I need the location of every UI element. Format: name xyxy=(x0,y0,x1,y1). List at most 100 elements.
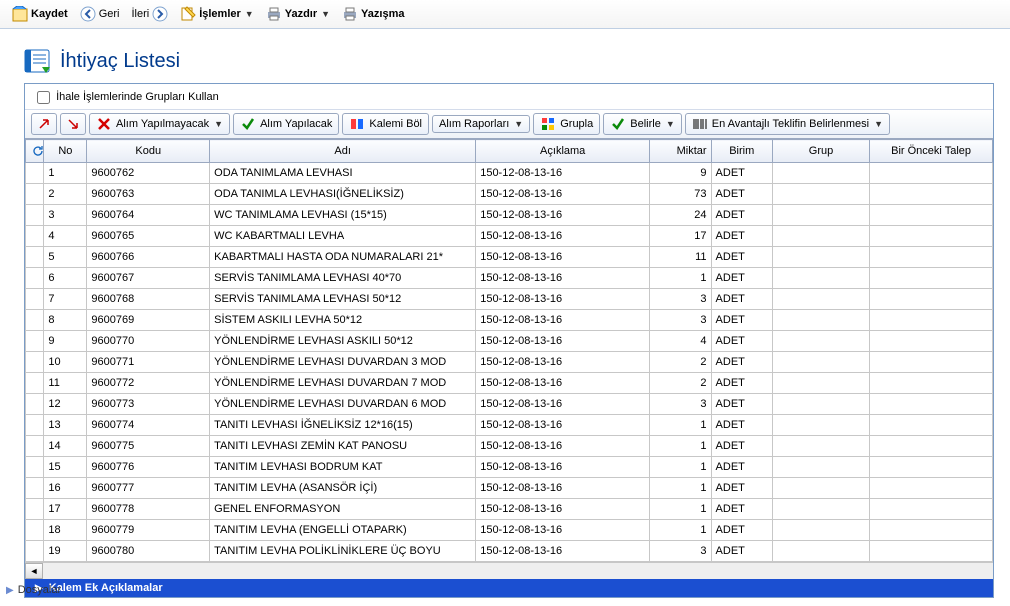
table-row[interactable]: 69600767SERVİS TANIMLAMA LEVHASI 40*7015… xyxy=(26,268,993,289)
ihale-gruplari-checkbox[interactable]: İhale İşlemlerinde Grupları Kullan xyxy=(33,91,219,103)
cell-no: 10 xyxy=(44,352,87,373)
islemler-button[interactable]: İşlemler ▼ xyxy=(176,4,258,24)
cell-no: 4 xyxy=(44,226,87,247)
col-acik[interactable]: Açıklama xyxy=(476,140,650,163)
table-row[interactable]: 179600778GENEL ENFORMASYON150-12-08-13-1… xyxy=(26,499,993,520)
cell-birim: ADET xyxy=(711,436,772,457)
grupla-button[interactable]: Grupla xyxy=(533,113,600,135)
cell-kodu: 9600762 xyxy=(87,163,210,184)
cell-adi: KABARTMALI HASTA ODA NUMARALARI 21* xyxy=(210,247,476,268)
cell-grup xyxy=(772,247,869,268)
cell-kodu: 9600780 xyxy=(87,541,210,562)
save-icon xyxy=(12,6,28,22)
dosyalar-toggle[interactable]: ▶ Dosyalar xyxy=(6,584,61,596)
table-row[interactable]: 19600762ODA TANIMLAMA LEVHASI150-12-08-1… xyxy=(26,163,993,184)
indicator-header[interactable] xyxy=(26,140,44,163)
cell-onceki xyxy=(870,457,993,478)
data-grid[interactable]: No Kodu Adı Açıklama Miktar Birim Grup B… xyxy=(25,139,993,562)
scroll-left-button[interactable]: ◄ xyxy=(25,563,43,579)
table-row[interactable]: 99600770YÖNLENDİRME LEVHASI ASKILI 50*12… xyxy=(26,331,993,352)
table-row[interactable]: 39600764WC TANIMLAMA LEVHASI (15*15)150-… xyxy=(26,205,993,226)
col-kodu[interactable]: Kodu xyxy=(87,140,210,163)
col-grup[interactable]: Grup xyxy=(772,140,869,163)
yazisma-label: Yazışma xyxy=(361,8,404,20)
table-row[interactable]: 189600779TANITIM LEVHA (ENGELLİ OTAPARK)… xyxy=(26,520,993,541)
row-indicator xyxy=(26,415,44,436)
table-row[interactable]: 169600777TANITIM LEVHA (ASANSÖR İÇİ)150-… xyxy=(26,478,993,499)
cell-aciklama: 150-12-08-13-16 xyxy=(476,415,650,436)
alim-raporlari-button[interactable]: Alım Raporları ▼ xyxy=(432,115,530,133)
table-row[interactable]: 139600774TANITI LEVHASI İĞNELİKSİZ 12*16… xyxy=(26,415,993,436)
table-row[interactable]: 159600776TANITIM LEVHASI BODRUM KAT150-1… xyxy=(26,457,993,478)
yazisma-button[interactable]: Yazışma xyxy=(338,4,408,24)
horizontal-scrollbar[interactable]: ◄ xyxy=(25,562,993,579)
kalem-ek-aciklamalar-collapser[interactable]: ▶ Kalem Ek Açıklamalar xyxy=(25,579,993,597)
table-row[interactable]: 79600768SERVİS TANIMLAMA LEVHASI 50*1215… xyxy=(26,289,993,310)
row-indicator xyxy=(26,499,44,520)
grid-container: No Kodu Adı Açıklama Miktar Birim Grup B… xyxy=(25,138,993,562)
table-row[interactable]: 29600763ODA TANIMLA LEVHASI(İĞNELİKSİZ)1… xyxy=(26,184,993,205)
page-header: İhtiyaç Listesi xyxy=(0,29,1010,83)
col-birim[interactable]: Birim xyxy=(711,140,772,163)
cell-adi: TANITI LEVHASI ZEMİN KAT PANOSU xyxy=(210,436,476,457)
yazdir-button[interactable]: Yazdır ▼ xyxy=(262,4,334,24)
cell-birim: ADET xyxy=(711,352,772,373)
row-indicator xyxy=(26,478,44,499)
table-row[interactable]: 109600771YÖNLENDİRME LEVHASI DUVARDAN 3 … xyxy=(26,352,993,373)
cell-miktar: 3 xyxy=(650,310,711,331)
row-indicator xyxy=(26,436,44,457)
ileri-button[interactable]: İleri xyxy=(127,4,172,24)
col-miktar[interactable]: Miktar xyxy=(650,140,711,163)
geri-button[interactable]: Geri xyxy=(76,4,124,24)
cell-no: 12 xyxy=(44,394,87,415)
table-row[interactable]: 49600765WC KABARTMALI LEVHA150-12-08-13-… xyxy=(26,226,993,247)
table-row[interactable]: 89600769SİSTEM ASKILI LEVHA 50*12150-12-… xyxy=(26,310,993,331)
cell-no: 9 xyxy=(44,331,87,352)
grid-header-row: No Kodu Adı Açıklama Miktar Birim Grup B… xyxy=(26,140,993,163)
col-onceki[interactable]: Bir Önceki Talep xyxy=(870,140,993,163)
cell-birim: ADET xyxy=(711,247,772,268)
cell-birim: ADET xyxy=(711,289,772,310)
col-no[interactable]: No xyxy=(44,140,87,163)
move-up-button[interactable] xyxy=(31,113,57,135)
cell-miktar: 3 xyxy=(650,541,711,562)
alim-yapilmayacak-button[interactable]: Alım Yapılmayacak ▼ xyxy=(89,113,230,135)
cell-miktar: 1 xyxy=(650,457,711,478)
cell-adi: YÖNLENDİRME LEVHASI DUVARDAN 3 MOD xyxy=(210,352,476,373)
cell-birim: ADET xyxy=(711,415,772,436)
kalemi-bol-button[interactable]: Kalemi Böl xyxy=(342,113,429,135)
col-adi[interactable]: Adı xyxy=(210,140,476,163)
en-avantajli-button[interactable]: En Avantajlı Teklifin Belirlenmesi ▼ xyxy=(685,113,890,135)
cell-miktar: 3 xyxy=(650,289,711,310)
cell-kodu: 9600767 xyxy=(87,268,210,289)
cell-no: 8 xyxy=(44,310,87,331)
cell-birim: ADET xyxy=(711,226,772,247)
cell-adi: GENEL ENFORMASYON xyxy=(210,499,476,520)
move-down-button[interactable] xyxy=(60,113,86,135)
cell-miktar: 1 xyxy=(650,268,711,289)
kaydet-button[interactable]: Kaydet xyxy=(8,4,72,24)
table-row[interactable]: 199600780TANITIM LEVHA POLİKLİNİKLERE ÜÇ… xyxy=(26,541,993,562)
table-row[interactable]: 119600772YÖNLENDİRME LEVHASI DUVARDAN 7 … xyxy=(26,373,993,394)
cell-adi: ODA TANIMLA LEVHASI(İĞNELİKSİZ) xyxy=(210,184,476,205)
cell-miktar: 4 xyxy=(650,331,711,352)
alim-yapilacak-button[interactable]: Alım Yapılacak xyxy=(233,113,339,135)
cell-onceki xyxy=(870,184,993,205)
check-icon xyxy=(610,116,626,132)
cell-kodu: 9600777 xyxy=(87,478,210,499)
cell-adi: TANITIM LEVHASI BODRUM KAT xyxy=(210,457,476,478)
cell-aciklama: 150-12-08-13-16 xyxy=(476,541,650,562)
expand-right-icon: ▶ xyxy=(6,585,14,596)
table-row[interactable]: 59600766KABARTMALI HASTA ODA NUMARALARI … xyxy=(26,247,993,268)
belirle-button[interactable]: Belirle ▼ xyxy=(603,113,682,135)
table-row[interactable]: 129600773YÖNLENDİRME LEVHASI DUVARDAN 6 … xyxy=(26,394,993,415)
cell-aciklama: 150-12-08-13-16 xyxy=(476,310,650,331)
cell-onceki xyxy=(870,205,993,226)
cell-adi: SERVİS TANIMLAMA LEVHASI 50*12 xyxy=(210,289,476,310)
row-indicator xyxy=(26,394,44,415)
table-row[interactable]: 149600775TANITI LEVHASI ZEMİN KAT PANOSU… xyxy=(26,436,993,457)
cell-onceki xyxy=(870,520,993,541)
cell-grup xyxy=(772,184,869,205)
cell-no: 2 xyxy=(44,184,87,205)
cell-grup xyxy=(772,436,869,457)
